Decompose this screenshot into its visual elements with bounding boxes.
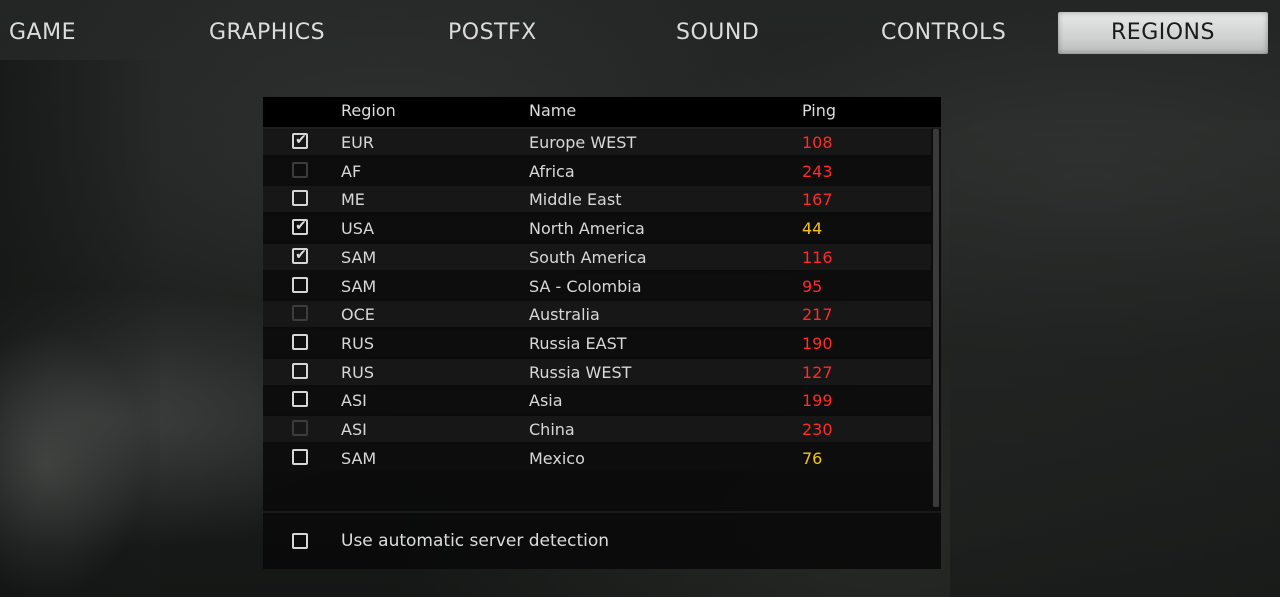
- region-row[interactable]: SAM SA - Colombia 95: [263, 272, 931, 299]
- region-name: North America: [529, 219, 645, 239]
- region-ping: 230: [802, 420, 833, 439]
- region-checkbox[interactable]: ✔: [292, 218, 308, 236]
- tab-sound[interactable]: SOUND: [676, 12, 759, 54]
- region-name: Mexico: [529, 448, 585, 468]
- region-name: China: [529, 420, 575, 439]
- auto-detect-label: Use automatic server detection: [341, 531, 610, 551]
- scrollbar[interactable]: [933, 129, 939, 507]
- region-checkbox[interactable]: [292, 362, 308, 379]
- regions-panel: Region Name Ping ✔ EUR Europe WEST 108 AF Afr…: [263, 97, 941, 569]
- region-code: AF: [341, 161, 362, 181]
- region-ping: 167: [802, 190, 833, 210]
- region-code: SAM: [341, 276, 377, 296]
- region-name: Asia: [529, 391, 563, 411]
- settings-tab-bar: GAME GRAPHICS POSTFX SOUND CONTROLS REGI…: [0, 0, 1280, 66]
- region-ping: 108: [802, 133, 833, 152]
- region-checkbox[interactable]: [292, 333, 308, 350]
- table-header: Region Name Ping: [263, 97, 941, 127]
- tab-postfx[interactable]: POSTFX: [448, 12, 537, 54]
- region-code: SAM: [341, 247, 377, 267]
- footer-divider: [263, 511, 941, 513]
- region-row[interactable]: ASI Asia 199: [263, 387, 931, 414]
- region-name: Middle East: [529, 190, 622, 210]
- region-name: Russia EAST: [529, 333, 627, 353]
- region-name: Africa: [529, 161, 575, 181]
- region-name: SA - Colombia: [529, 276, 642, 296]
- region-ping: 127: [802, 362, 833, 382]
- region-ping: 190: [802, 333, 833, 353]
- region-code: SAM: [341, 448, 377, 468]
- region-row[interactable]: AF Africa 243: [263, 157, 931, 184]
- region-code: USA: [341, 219, 375, 239]
- region-checkbox: [292, 305, 308, 322]
- region-code: EUR: [341, 133, 374, 152]
- region-name: South America: [529, 247, 647, 267]
- region-ping: 95: [802, 276, 823, 296]
- checkmark-icon: ✔: [295, 132, 307, 148]
- tab-graphics[interactable]: GRAPHICS: [209, 12, 325, 54]
- region-code: ASI: [341, 391, 367, 411]
- region-name: Russia WEST: [529, 362, 632, 382]
- region-row[interactable]: OCE Australia 217: [263, 301, 931, 328]
- region-row[interactable]: ✔ USA North America 44: [263, 215, 931, 242]
- region-checkbox: [292, 161, 308, 178]
- region-row[interactable]: ✔ SAM South America 116: [263, 243, 931, 270]
- region-ping: 199: [802, 391, 833, 411]
- column-header-region: Region: [341, 101, 396, 120]
- checkmark-icon: ✔: [295, 246, 307, 263]
- region-checkbox[interactable]: [292, 448, 308, 465]
- background-building: [950, 120, 1280, 597]
- region-list: ✔ EUR Europe WEST 108 AF Africa 243 ME Middle Ea…: [263, 129, 931, 509]
- region-ping: 116: [802, 247, 833, 267]
- region-name: Australia: [529, 305, 600, 325]
- region-ping: 217: [802, 305, 833, 325]
- region-ping: 76: [802, 448, 823, 468]
- region-row[interactable]: ME Middle East 167: [263, 186, 931, 213]
- region-checkbox[interactable]: [292, 276, 308, 293]
- region-code: ME: [341, 190, 365, 210]
- region-checkbox[interactable]: [292, 391, 308, 408]
- region-checkbox: [292, 420, 308, 436]
- region-row[interactable]: ASI China 230: [263, 416, 931, 442]
- region-row[interactable]: SAM Mexico 76: [263, 444, 931, 471]
- region-code: RUS: [341, 362, 374, 382]
- tab-game[interactable]: GAME: [9, 12, 76, 54]
- checkmark-icon: ✔: [295, 218, 307, 235]
- column-header-name: Name: [529, 101, 577, 120]
- region-checkbox[interactable]: [292, 190, 308, 207]
- region-ping: 243: [802, 161, 833, 181]
- auto-detect-row[interactable]: Use automatic server detection: [263, 527, 941, 557]
- region-row[interactable]: RUS Russia EAST 190: [263, 329, 931, 356]
- region-code: RUS: [341, 333, 374, 353]
- region-checkbox[interactable]: ✔: [292, 246, 308, 264]
- column-header-ping: Ping: [802, 101, 837, 120]
- auto-detect-checkbox[interactable]: [292, 533, 308, 549]
- region-code: OCE: [341, 305, 375, 325]
- background-foliage: [0, 330, 150, 597]
- region-row[interactable]: RUS Russia WEST 127: [263, 358, 931, 385]
- region-ping: 44: [802, 219, 823, 239]
- region-code: ASI: [341, 420, 367, 439]
- scrollbar-thumb[interactable]: [933, 129, 939, 507]
- tab-controls[interactable]: CONTROLS: [881, 12, 1006, 54]
- region-row[interactable]: ✔ EUR Europe WEST 108: [263, 129, 931, 155]
- region-name: Europe WEST: [529, 133, 637, 152]
- tab-regions[interactable]: REGIONS: [1058, 12, 1268, 54]
- region-checkbox[interactable]: ✔: [292, 132, 308, 149]
